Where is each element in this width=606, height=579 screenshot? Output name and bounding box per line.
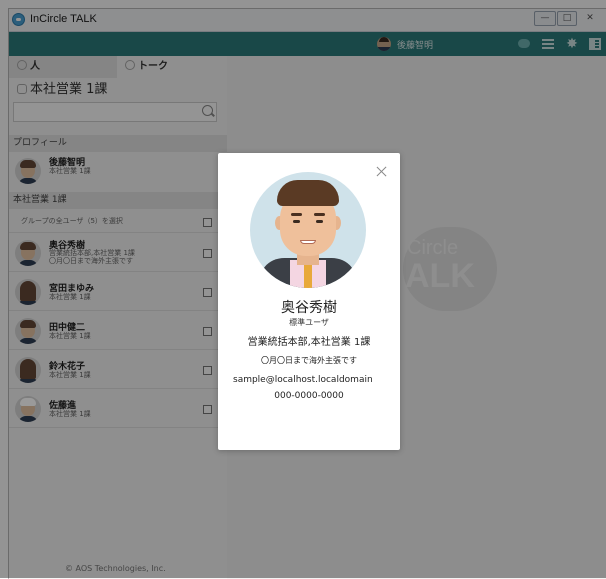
profile-phone[interactable]: 000-0000-0000 <box>218 391 400 401</box>
profile-department: 営業統括本部,本社営業 1課 <box>247 337 371 348</box>
profile-avatar <box>250 172 366 288</box>
profile-dialog: 奥谷秀樹 標準ユーザ 営業統括本部,本社営業 1課 〇月〇日まで海外主張です s… <box>218 153 400 450</box>
close-icon[interactable] <box>376 165 388 177</box>
profile-name: 奥谷秀樹 <box>281 300 337 316</box>
profile-role: 標準ユーザ <box>289 318 329 327</box>
profile-status-message: 〇月〇日まで海外主張です <box>261 356 357 365</box>
profile-email[interactable]: sample@localhost.localdomain <box>233 375 393 385</box>
